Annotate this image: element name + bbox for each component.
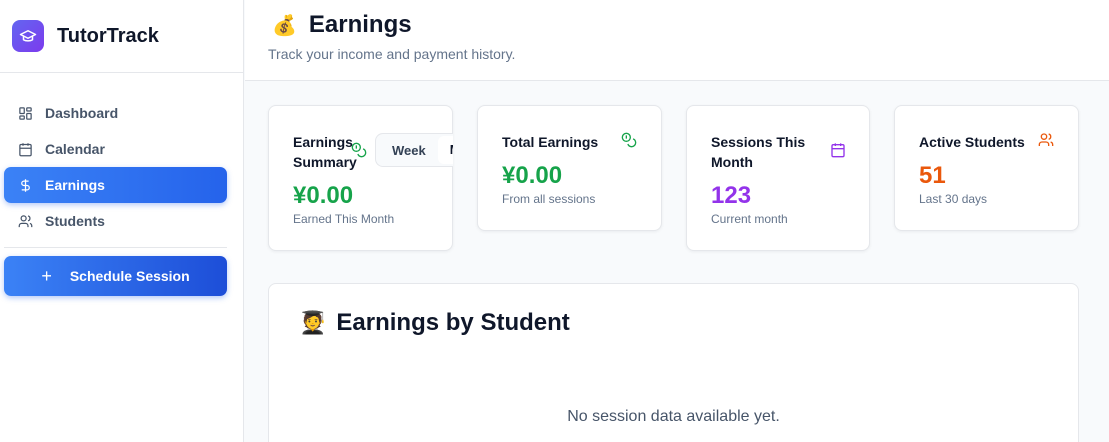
earnings-summary-caption: Earned This Month (293, 212, 395, 226)
active-students-card: Active Students 51 Last 30 days (894, 105, 1079, 231)
card-title: Total Earnings (502, 134, 599, 150)
sidebar-item-students[interactable]: Students (4, 203, 227, 239)
active-students-caption: Last 30 days (919, 192, 988, 206)
sessions-card: Sessions This Month 123 Current month (686, 105, 870, 251)
plus-icon: + (41, 265, 52, 286)
total-earnings-card: Total Earnings ¥0.00 From all sessions (477, 105, 662, 231)
card-title: Active Students (919, 134, 1025, 150)
users-icon (17, 213, 33, 229)
total-earnings-caption: From all sessions (502, 192, 596, 206)
page-header: 💰 Earnings Track your income and payment… (245, 0, 1109, 81)
sessions-caption: Current month (711, 212, 788, 226)
graduation-cap-icon (12, 20, 44, 52)
calendar-icon (17, 141, 33, 157)
sidebar-item-calendar[interactable]: Calendar (4, 131, 227, 167)
sessions-value: 123 (711, 182, 752, 209)
dollar-icon (17, 177, 33, 193)
brand[interactable]: TutorTrack (0, 0, 243, 73)
period-toggle: Week Mont (375, 133, 453, 167)
total-earnings-value: ¥0.00 (502, 162, 563, 189)
section-title-text: Earnings by Student (336, 309, 570, 336)
page-title-text: Earnings (308, 11, 412, 38)
sidebar: TutorTrack Dashboard Calendar Earnings S… (0, 0, 244, 442)
page-subtitle: Track your income and payment history. (268, 46, 516, 62)
coins-icon (351, 142, 367, 158)
schedule-session-button[interactable]: + Schedule Session (4, 256, 227, 296)
earnings-summary-value: ¥0.00 (293, 182, 354, 209)
sidebar-item-label: Dashboard (45, 105, 119, 121)
page-title: 💰 Earnings (272, 11, 412, 39)
app-name: TutorTrack (57, 24, 159, 47)
sidebar-item-label: Earnings (45, 177, 105, 193)
empty-state-message: No session data available yet. (567, 408, 780, 425)
student-icon: 🧑‍🎓 (299, 310, 327, 335)
active-students-value: 51 (919, 162, 946, 189)
toggle-month[interactable]: Mont (437, 136, 453, 164)
card-title: Sessions This Month (711, 134, 806, 170)
calendar-icon (830, 142, 846, 158)
toggle-week[interactable]: Week (376, 143, 426, 158)
section-title: 🧑‍🎓 Earnings by Student (299, 309, 570, 337)
users-icon (1038, 132, 1054, 148)
money-bag-icon: 💰 (272, 14, 297, 37)
sidebar-item-dashboard[interactable]: Dashboard (4, 95, 227, 131)
sidebar-nav: Dashboard Calendar Earnings Students (0, 73, 243, 239)
sidebar-divider (4, 247, 227, 248)
coins-icon (621, 132, 637, 148)
dashboard-icon (17, 105, 33, 121)
earnings-summary-card: Earnings Summary Week Mont ¥0.00 Earned … (268, 105, 453, 251)
sidebar-item-earnings[interactable]: Earnings (4, 167, 227, 203)
sidebar-item-label: Calendar (45, 141, 105, 157)
schedule-session-label: Schedule Session (69, 268, 190, 284)
earnings-by-student-panel: 🧑‍🎓 Earnings by Student No session data … (268, 283, 1079, 442)
sidebar-item-label: Students (45, 213, 105, 229)
